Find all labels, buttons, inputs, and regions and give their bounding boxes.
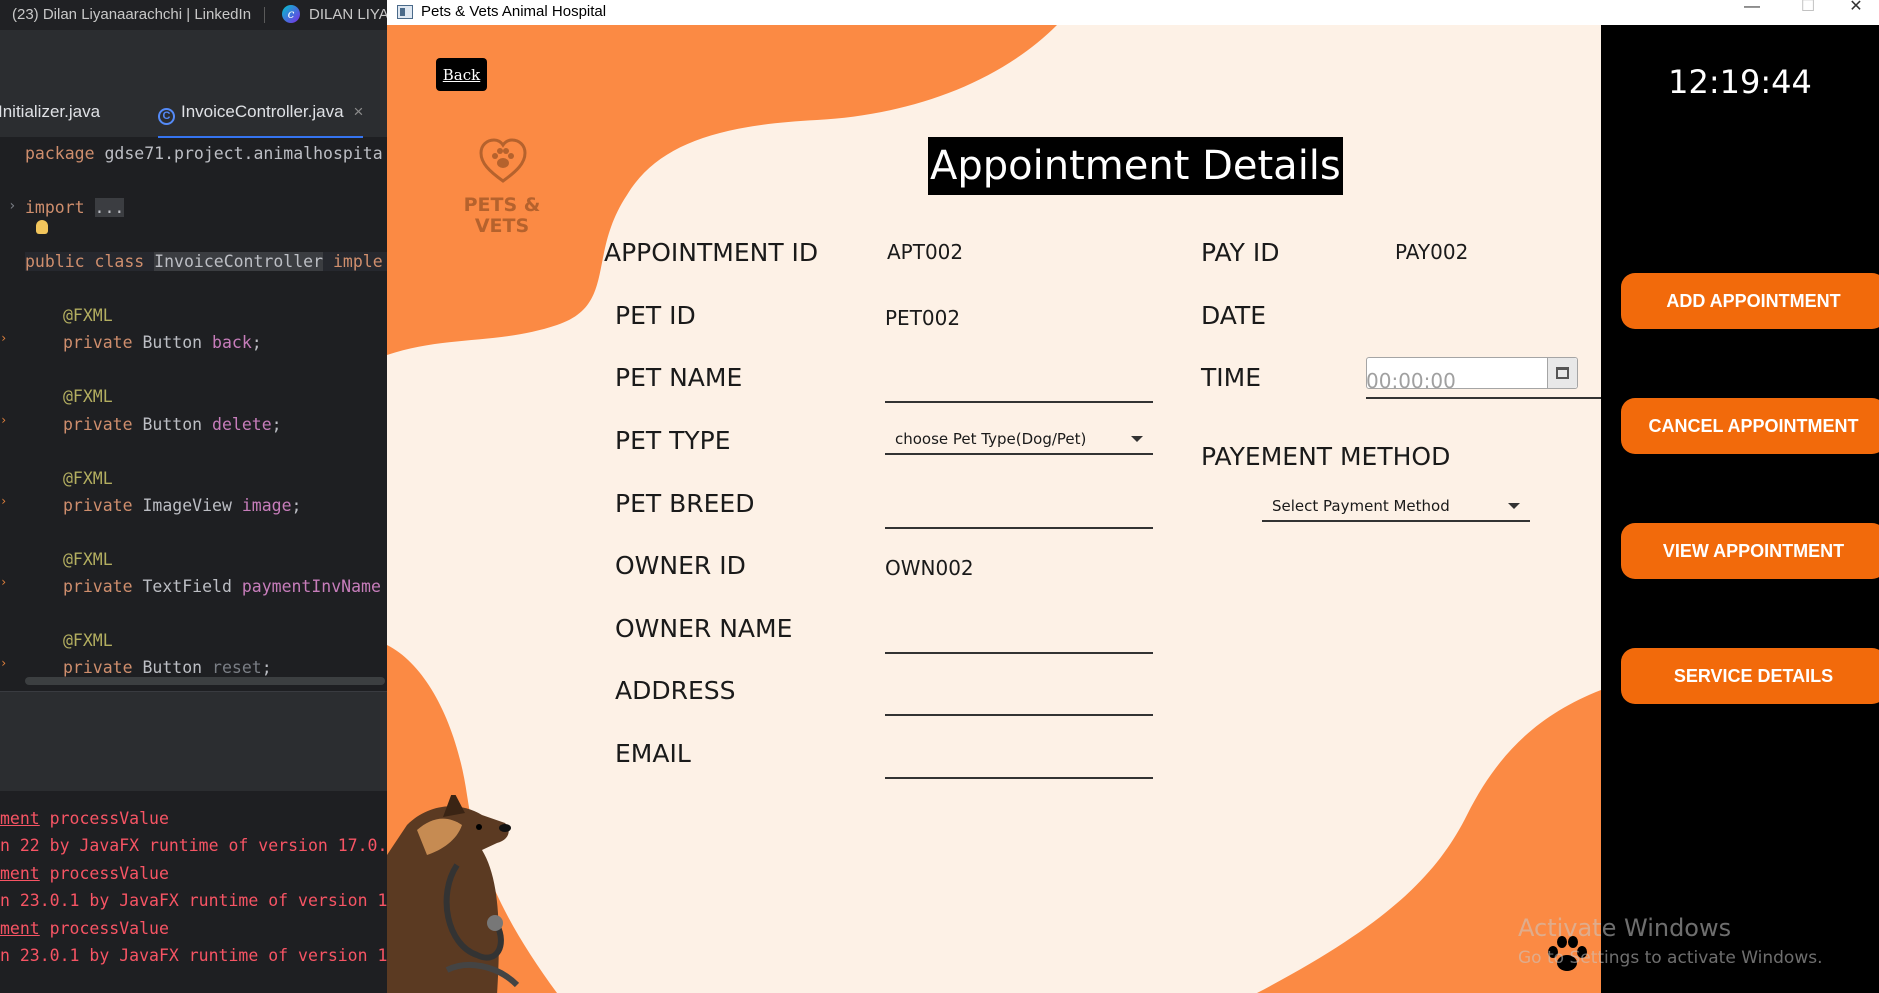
add-appointment-button[interactable]: ADD APPOINTMENT xyxy=(1621,273,1879,329)
label-time: TIME xyxy=(1201,363,1262,392)
annotation-line: @FXML xyxy=(63,550,113,569)
code-line-package: package gdse71.project.animalhospita xyxy=(25,144,383,163)
dog-illustration xyxy=(387,795,520,993)
console-line: ment processValue xyxy=(0,864,169,883)
chevron-down-icon xyxy=(1131,436,1143,442)
editor-tab-initializer[interactable]: Initializer.java xyxy=(0,102,100,122)
owner-id-value: OWN002 xyxy=(885,556,974,580)
gutter-marker-icon: › xyxy=(0,575,8,589)
cancel-appointment-button[interactable]: CANCEL APPOINTMENT xyxy=(1621,398,1879,454)
app-icon xyxy=(397,5,413,19)
code-line-import: import ... xyxy=(25,198,125,217)
pet-id-value: PET002 xyxy=(885,306,961,330)
browser-tab-linkedin[interactable]: (23) Dilan Liyanaarachchi | LinkedIn xyxy=(12,6,251,23)
code-line-class: public class InvoiceController imple xyxy=(25,252,387,271)
console-line: n 23.0.1 by JavaFX runtime of version 1 xyxy=(0,891,388,910)
field-line-reset: private Button reset; xyxy=(63,658,272,677)
maximize-button[interactable]: ☐ xyxy=(1785,0,1831,25)
editor-tab-invoicecontroller[interactable]: C InvoiceController.java × xyxy=(158,102,364,139)
pets-and-vets-logo: PETS & VETS xyxy=(452,137,552,247)
payment-method-combobox[interactable]: Select Payment Method xyxy=(1262,490,1530,522)
label-pet-type: PET TYPE xyxy=(615,426,731,455)
code-editor[interactable]: package gdse71.project.animalhospita › i… xyxy=(0,138,387,691)
pet-type-combobox-value: choose Pet Type(Dog/Pet) xyxy=(895,430,1087,448)
annotation-line: @FXML xyxy=(63,469,113,488)
chevron-down-icon xyxy=(1508,503,1520,509)
label-email: EMAIL xyxy=(615,739,691,768)
gutter-marker-icon: › xyxy=(0,413,8,427)
run-console[interactable]: ment processValue n 22 by JavaFX runtime… xyxy=(0,791,387,993)
gutter-marker-icon: › xyxy=(0,331,8,345)
label-payment-method: PAYEMENT METHOD xyxy=(1201,442,1451,471)
import-fold[interactable]: ... xyxy=(94,198,125,217)
logo-text: PETS & VETS xyxy=(463,194,541,237)
horizontal-scrollbar[interactable] xyxy=(25,677,385,685)
service-details-button[interactable]: SERVICE DETAILS xyxy=(1621,648,1879,704)
appointment-id-value: APT002 xyxy=(887,240,964,264)
close-window-button[interactable]: ✕ xyxy=(1833,0,1879,25)
annotation-line: @FXML xyxy=(63,387,113,406)
activate-windows-subtitle: Go to Settings to activate Windows. xyxy=(1518,948,1823,968)
editor-tab-label: InvoiceController.java xyxy=(181,102,344,121)
field-line-paymentinvname: private TextField paymentInvName xyxy=(63,577,381,596)
app-window: Pets & Vets Animal Hospital — ☐ ✕ Back P… xyxy=(387,0,1879,993)
address-field[interactable] xyxy=(885,682,1153,716)
console-line: n 22 by JavaFX runtime of version 17.0. xyxy=(0,836,388,855)
pet-name-field[interactable] xyxy=(885,369,1153,403)
appointment-form-panel: Back PETS & VETS Appointment Details APPO… xyxy=(387,25,1601,993)
ide-editor-tabs: Initializer.java C InvoiceController.java… xyxy=(0,88,387,139)
annotation-line: @FXML xyxy=(63,631,113,650)
activate-windows-title: Activate Windows xyxy=(1518,914,1732,942)
field-line-delete: private Button delete; xyxy=(63,415,282,434)
console-line: ment processValue xyxy=(0,919,169,938)
tab-separator xyxy=(264,7,265,23)
view-appointment-button[interactable]: VIEW APPOINTMENT xyxy=(1621,523,1879,579)
clock: 12:19:44 xyxy=(1668,63,1812,101)
page-title: Appointment Details xyxy=(928,137,1343,195)
gutter-marker-icon: › xyxy=(0,494,8,508)
label-owner-name: OWNER NAME xyxy=(615,614,793,643)
heart-paw-icon xyxy=(479,138,527,183)
pet-type-combobox[interactable]: choose Pet Type(Dog/Pet) xyxy=(885,423,1153,455)
console-line: n 23.0.1 by JavaFX runtime of version 1 xyxy=(0,946,388,965)
email-field[interactable] xyxy=(885,745,1153,779)
field-line-image: private ImageView image; xyxy=(63,496,302,515)
label-pet-name: PET NAME xyxy=(615,363,743,392)
label-pay-id: PAY ID xyxy=(1201,238,1280,267)
java-class-icon: C xyxy=(158,108,175,125)
window-title: Pets & Vets Animal Hospital xyxy=(421,3,607,20)
field-line-back: private Button back; xyxy=(63,333,262,352)
payment-method-combobox-value: Select Payment Method xyxy=(1272,497,1450,515)
label-address: ADDRESS xyxy=(615,676,736,705)
lightbulb-icon[interactable] xyxy=(36,220,48,234)
gutter-marker-icon: › xyxy=(0,656,8,670)
run-panel-header xyxy=(0,691,387,791)
label-pet-id: PET ID xyxy=(615,301,696,330)
owner-name-field[interactable] xyxy=(885,620,1153,654)
back-button[interactable]: Back xyxy=(436,58,487,91)
close-tab-icon[interactable]: × xyxy=(354,102,364,121)
browser-tab-strip: (23) Dilan Liyanaarachchi | LinkedIn c D… xyxy=(0,0,389,30)
pay-id-value: PAY002 xyxy=(1395,240,1469,264)
label-pet-breed: PET BREED xyxy=(615,489,755,518)
ide-toolbar xyxy=(0,30,387,88)
pet-breed-field[interactable] xyxy=(885,495,1153,529)
console-line: ment processValue xyxy=(0,809,169,828)
label-owner-id: OWNER ID xyxy=(615,551,746,580)
time-field[interactable] xyxy=(1366,365,1601,399)
canva-icon: c xyxy=(282,5,300,23)
annotation-line: @FXML xyxy=(63,306,113,325)
browser-tab-dilan[interactable]: DILAN LIYA xyxy=(309,6,389,23)
label-date: DATE xyxy=(1201,301,1267,330)
fold-chevron-icon[interactable]: › xyxy=(8,198,16,214)
sidebar: 12:19:44 ADD APPOINTMENT CANCEL APPOINTM… xyxy=(1601,25,1879,993)
minimize-button[interactable]: — xyxy=(1729,0,1775,25)
label-appointment-id: APPOINTMENT ID xyxy=(604,238,819,267)
window-titlebar[interactable]: Pets & Vets Animal Hospital — ☐ ✕ xyxy=(387,0,1879,25)
